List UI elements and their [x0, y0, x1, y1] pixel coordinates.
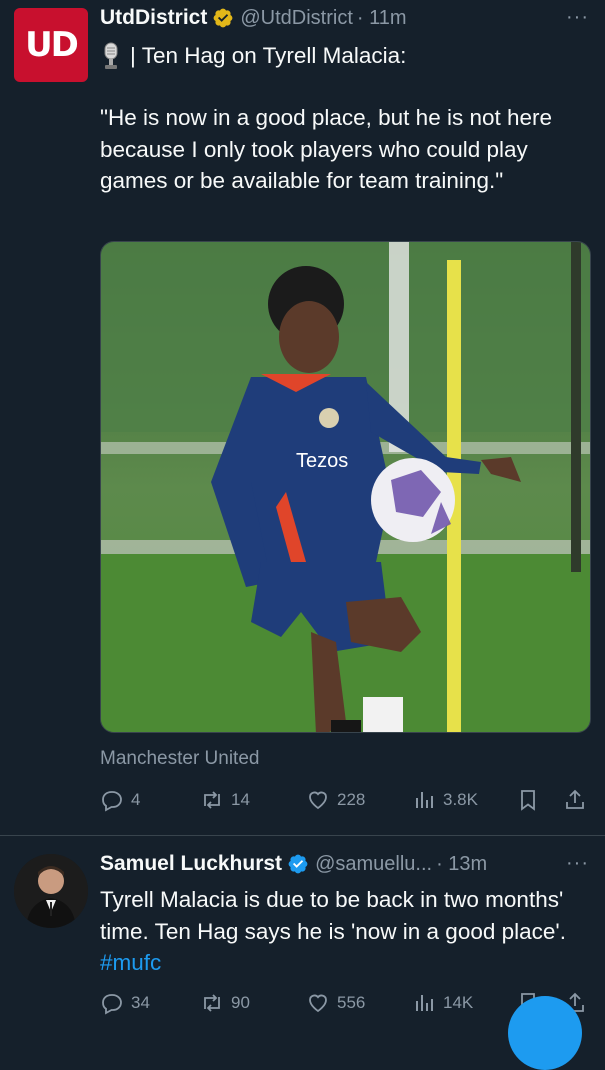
tweet-header: UtdDistrict @UtdDistrict · 11m — [100, 4, 407, 32]
tweet-divider — [0, 835, 605, 836]
tweet-text: Tyrell Malacia is due to be back in two … — [100, 884, 590, 979]
tweet-utddistrict[interactable]: UD UtdDistrict @UtdDistrict · 11m ··· | … — [0, 0, 605, 836]
training-photo: Tezos — [101, 242, 590, 732]
share-icon — [566, 789, 584, 809]
views-icon — [416, 995, 433, 1011]
like-button[interactable]: 556 — [306, 988, 365, 1018]
like-count: 556 — [337, 993, 366, 1012]
retweet-count: 14 — [231, 790, 250, 809]
source-label[interactable]: Manchester United — [100, 748, 259, 770]
like-count: 228 — [337, 790, 366, 809]
reply-button[interactable]: 34 — [100, 988, 150, 1018]
tweet-header: Samuel Luckhurst @samuellu... · 13m — [100, 850, 487, 878]
share-button[interactable] — [563, 785, 587, 815]
microphone-icon — [104, 42, 118, 69]
jersey-sponsor-text: Tezos — [296, 450, 348, 472]
views-count: 3.8K — [443, 790, 478, 809]
more-icon[interactable]: ··· — [566, 852, 589, 875]
author-handle[interactable]: @UtdDistrict — [240, 7, 353, 30]
tweet-time[interactable]: · 13m — [436, 853, 487, 876]
bookmark-icon — [521, 790, 535, 811]
reply-icon — [102, 994, 122, 1015]
views-button[interactable]: 14K — [412, 988, 473, 1018]
hashtag-link[interactable]: #mufc — [100, 950, 161, 975]
tweet-quote-text: "He is now in a good place, but he is no… — [100, 105, 559, 193]
avatar-logo-text: UD — [25, 25, 79, 65]
more-icon[interactable]: ··· — [566, 6, 589, 29]
tweet-time[interactable]: · 11m — [357, 7, 407, 30]
like-icon — [309, 994, 327, 1013]
tweet-media-photo[interactable]: Tezos — [100, 241, 591, 733]
avatar[interactable] — [14, 854, 88, 928]
author-handle[interactable]: @samuellu... — [315, 853, 432, 876]
retweet-count: 90 — [231, 993, 250, 1012]
reply-button[interactable]: 4 — [100, 785, 140, 815]
like-button[interactable]: 228 — [306, 785, 365, 815]
retweet-icon — [204, 994, 220, 1012]
views-count: 14K — [443, 993, 474, 1012]
verified-badge-icon — [213, 8, 233, 28]
reply-count: 34 — [131, 993, 150, 1012]
like-icon — [309, 791, 327, 810]
verified-badge-icon — [288, 854, 308, 874]
views-button[interactable]: 3.8K — [412, 785, 478, 815]
compose-button[interactable] — [508, 996, 582, 1070]
tweet-body: Tyrell Malacia is due to be back in two … — [100, 887, 570, 944]
avatar-photo — [14, 854, 88, 928]
author-name[interactable]: UtdDistrict — [100, 6, 207, 30]
retweet-button[interactable]: 14 — [200, 785, 250, 815]
avatar[interactable]: UD — [14, 8, 88, 82]
tweet-actions: 4 14 228 3.8K — [100, 785, 595, 815]
bookmark-button[interactable] — [516, 785, 540, 815]
views-icon — [416, 792, 433, 808]
tweet-text-line1: | Ten Hag on Tyrell Malacia: — [100, 40, 590, 72]
retweet-icon — [204, 791, 220, 809]
tweet-heading: | Ten Hag on Tyrell Malacia: — [130, 43, 407, 68]
reply-count: 4 — [131, 790, 141, 809]
retweet-button[interactable]: 90 — [200, 988, 250, 1018]
author-name[interactable]: Samuel Luckhurst — [100, 852, 282, 876]
reply-icon — [102, 791, 122, 812]
